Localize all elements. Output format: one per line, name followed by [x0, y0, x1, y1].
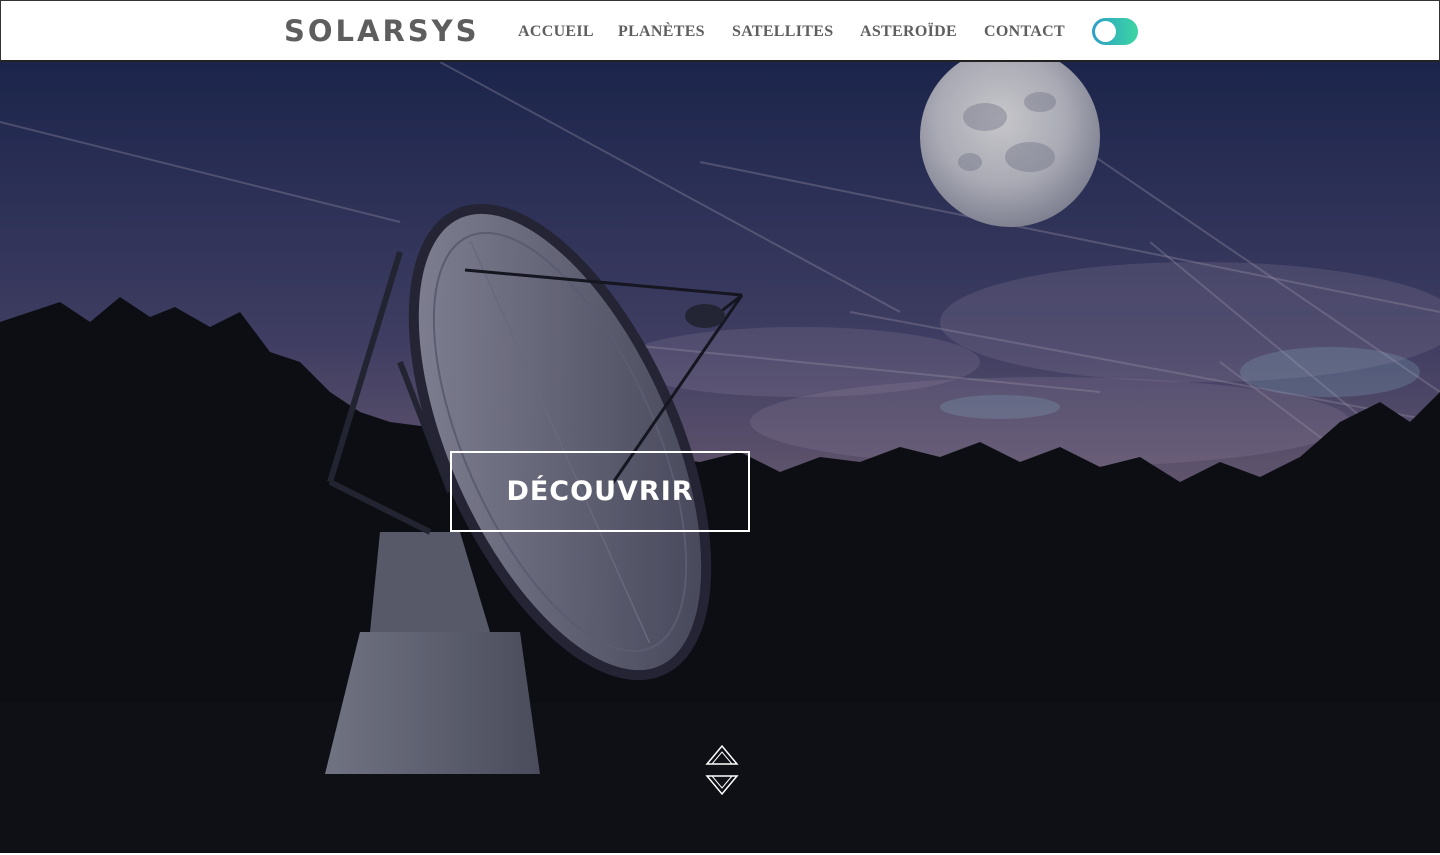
- theme-toggle[interactable]: [1092, 18, 1138, 45]
- nav-link-accueil[interactable]: ACCUEIL: [518, 22, 594, 42]
- nav-link-contact[interactable]: CONTACT: [984, 22, 1065, 42]
- top-navigation-bar: SOLARSYS ACCUEIL PLANÈTES SATELLITES AST…: [0, 0, 1440, 62]
- chevron-up-icon[interactable]: [705, 744, 739, 765]
- discover-button-label: DÉCOUVRIR: [506, 476, 694, 507]
- nav-link-satellites[interactable]: SATELLITES: [732, 22, 833, 42]
- discover-button[interactable]: DÉCOUVRIR: [450, 451, 750, 532]
- nav-link-asteroide[interactable]: ASTEROÏDE: [860, 22, 957, 42]
- scroll-arrows[interactable]: [705, 742, 739, 800]
- chevron-down-icon[interactable]: [705, 775, 739, 796]
- nav-link-planetes[interactable]: PLANÈTES: [618, 22, 705, 42]
- hero-section: DÉCOUVRIR: [0, 62, 1440, 853]
- toggle-knob: [1095, 21, 1116, 42]
- site-logo[interactable]: SOLARSYS: [284, 14, 480, 48]
